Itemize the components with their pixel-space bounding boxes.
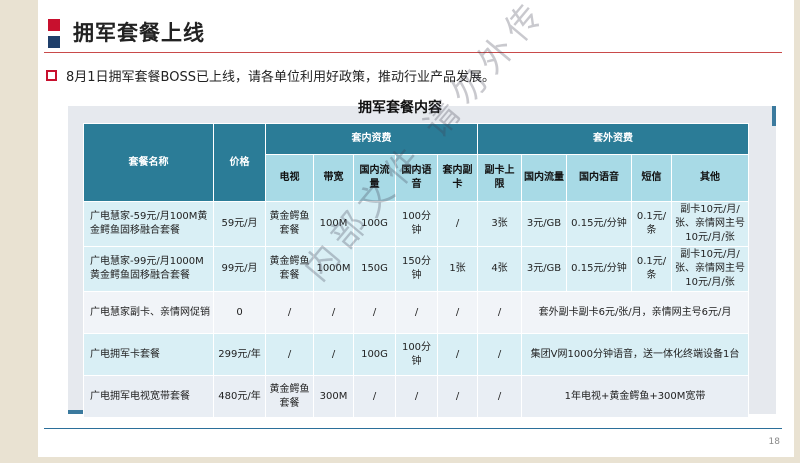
cell-voice: /	[395, 291, 438, 334]
header-sms: 短信	[631, 154, 672, 202]
page-number: 18	[768, 437, 780, 447]
cell-price: 99元/月	[213, 246, 266, 292]
cell-data: 150G	[353, 246, 396, 292]
table-row: 广电拥军电视宽带套餐 480元/年 黄金鳄鱼套餐 300M / / / / 1年…	[83, 375, 749, 418]
cell-outer-voice: 0.15元/分钟	[566, 246, 632, 292]
cell-package-name: 广电慧家副卡、亲情网促销	[83, 291, 214, 334]
cell-package-name: 广电拥军卡套餐	[83, 333, 214, 376]
cell-data: /	[353, 291, 396, 334]
header-tv: 电视	[265, 154, 314, 202]
cell-broadband: /	[313, 333, 354, 376]
cell-sub-card-limit: /	[477, 333, 522, 376]
cell-sms: 0.1元/条	[631, 201, 672, 247]
page-title: 拥军套餐上线	[73, 21, 205, 45]
table-row: 广电慧家-59元/月100M黄金鳄鱼固移融合套餐 59元/月 黄金鳄鱼套餐 10…	[83, 201, 749, 247]
cell-broadband: 300M	[313, 375, 354, 418]
cell-outer-merged: 集团V网1000分钟语音，送一体化终端设备1台	[521, 333, 749, 376]
cell-broadband: 1000M	[313, 246, 354, 292]
right-decor-strip	[794, 0, 800, 463]
cell-price: 0	[213, 291, 266, 334]
cell-package-name: 广电拥军电视宽带套餐	[83, 375, 214, 418]
title-divider	[44, 52, 782, 53]
table-header-row: 套餐名称 价格 套内资费 套外资费	[83, 123, 749, 202]
cell-broadband: /	[313, 291, 354, 334]
cell-sub-card-limit: /	[477, 375, 522, 418]
cell-data: /	[353, 375, 396, 418]
cell-outer-merged: 1年电视+黄金鳄鱼+300M宽带	[521, 375, 749, 418]
cell-sub-card-limit: 3张	[477, 201, 522, 247]
table-row: 广电拥军卡套餐 299元/年 / / 100G 100分钟 / / 集团V网10…	[83, 333, 749, 376]
cell-tv: 黄金鳄鱼套餐	[265, 375, 314, 418]
header-outer-data: 国内流量	[521, 154, 567, 202]
cell-sub-card-limit: /	[477, 291, 522, 334]
header-other: 其他	[671, 154, 749, 202]
header-domestic-voice: 国内语音	[395, 154, 438, 202]
cell-price: 480元/年	[213, 375, 266, 418]
cell-sub-card: /	[437, 375, 478, 418]
header-outer-fees: 套外资费	[477, 123, 749, 155]
cell-tv: 黄金鳄鱼套餐	[265, 201, 314, 247]
header-package-name: 套餐名称	[83, 123, 214, 202]
cell-outer-data: 3元/GB	[521, 246, 567, 292]
cell-voice: 100分钟	[395, 201, 438, 247]
cell-voice: 100分钟	[395, 333, 438, 376]
cell-outer-voice: 0.15元/分钟	[566, 201, 632, 247]
package-table: 套餐名称 价格 套内资费 套外资费 电视 带宽 国内流量 国内语音 套内副卡 副…	[83, 123, 749, 418]
table-row: 广电慧家副卡、亲情网促销 0 / / / / / / 套外副卡副卡6元/张/月，…	[83, 291, 749, 334]
cell-package-name: 广电慧家-59元/月100M黄金鳄鱼固移融合套餐	[83, 201, 214, 247]
bottom-decor-strip	[0, 457, 800, 463]
logo-red-square	[48, 19, 60, 31]
cell-data: 100G	[353, 201, 396, 247]
table-title: 拥军套餐内容	[358, 100, 442, 116]
cell-sub-card: /	[437, 291, 478, 334]
header-broadband: 带宽	[313, 154, 354, 202]
subtitle-text: 8月1日拥军套餐BOSS已上线，请各单位利用好政策，推动行业产品发展。	[66, 70, 495, 85]
header-outer-voice: 国内语音	[566, 154, 632, 202]
cell-price: 299元/年	[213, 333, 266, 376]
cell-sub-card: 1张	[437, 246, 478, 292]
cell-sub-card: /	[437, 201, 478, 247]
footer-divider	[44, 428, 782, 429]
cell-sms: 0.1元/条	[631, 246, 672, 292]
cell-package-name: 广电慧家-99元/月1000M黄金鳄鱼固移融合套餐	[83, 246, 214, 292]
cell-sub-card: /	[437, 333, 478, 376]
cell-other: 副卡10元/月/张、亲情网主号10元/月/张	[671, 201, 749, 247]
table-row: 广电慧家-99元/月1000M黄金鳄鱼固移融合套餐 99元/月 黄金鳄鱼套餐 1…	[83, 246, 749, 292]
cell-price: 59元/月	[213, 201, 266, 247]
bullet-icon	[46, 70, 57, 81]
cell-data: 100G	[353, 333, 396, 376]
header-price: 价格	[213, 123, 266, 202]
cell-tv: 黄金鳄鱼套餐	[265, 246, 314, 292]
cell-voice: 150分钟	[395, 246, 438, 292]
header-sub-card-limit: 副卡上限	[477, 154, 522, 202]
header-inner-fees: 套内资费	[265, 123, 478, 155]
cell-outer-merged: 套外副卡副卡6元/张/月，亲情网主号6元/月	[521, 291, 749, 334]
header-domestic-data: 国内流量	[353, 154, 396, 202]
header-inner-sub-card: 套内副卡	[437, 154, 478, 202]
cell-sub-card-limit: 4张	[477, 246, 522, 292]
cell-broadband: 100M	[313, 201, 354, 247]
cell-outer-data: 3元/GB	[521, 201, 567, 247]
logo-navy-square	[48, 36, 60, 48]
logo-mark	[48, 19, 62, 51]
left-decor-strip	[0, 0, 38, 463]
cell-tv: /	[265, 333, 314, 376]
cell-tv: /	[265, 291, 314, 334]
cell-voice: /	[395, 375, 438, 418]
cell-other: 副卡10元/月/张、亲情网主号10元/月/张	[671, 246, 749, 292]
